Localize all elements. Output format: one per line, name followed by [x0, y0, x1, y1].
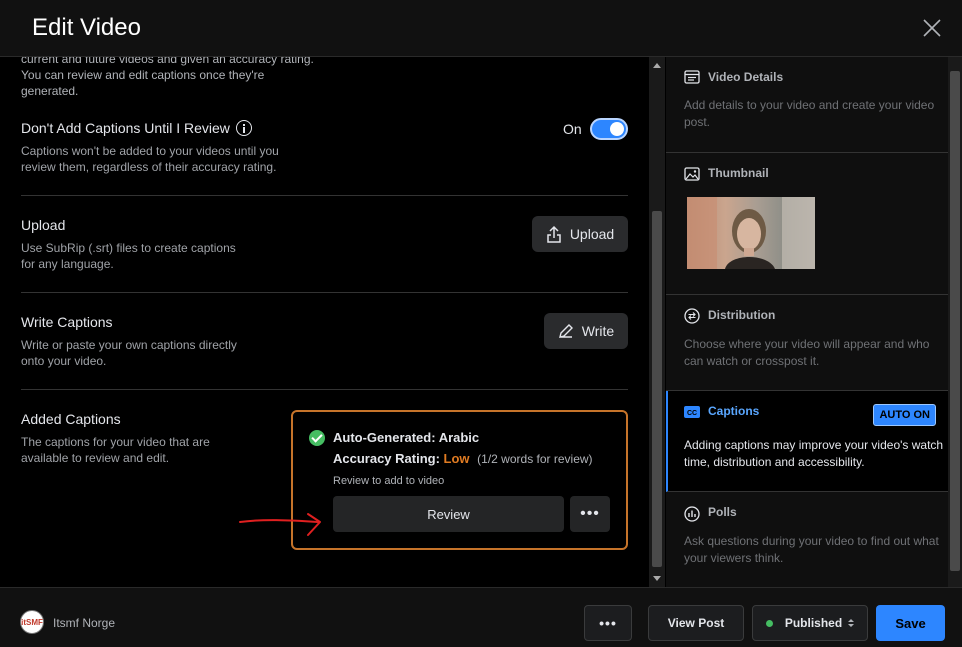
nav-captions-title: Captions	[708, 404, 760, 418]
caption-name: Auto-Generated: Arabic	[333, 430, 480, 445]
annotation-arrow-icon	[239, 513, 321, 536]
scrollbar-thumb[interactable]	[652, 211, 662, 567]
words-note: (1/2 words for review)	[477, 452, 593, 466]
poll-icon	[684, 506, 700, 522]
scroll-down-icon[interactable]	[653, 576, 661, 581]
dialog-title: Edit Video	[32, 14, 141, 41]
close-icon[interactable]	[922, 18, 942, 38]
footer-more-button[interactable]: •••	[584, 605, 632, 641]
upload-button-label: Upload	[569, 226, 615, 242]
divider	[21, 389, 628, 390]
nav-polls[interactable]: Polls Ask questions during your video to…	[666, 492, 948, 587]
review-hint: Review to add to video	[333, 475, 445, 487]
published-label: Published	[784, 616, 843, 630]
sort-arrows-icon	[848, 619, 855, 627]
nav-captions-desc: Adding captions may improve your video's…	[684, 438, 944, 469]
video-details-icon	[684, 70, 700, 84]
auto-captions-description: current and future videos and given an a…	[21, 57, 314, 98]
video-thumbnail[interactable]	[687, 197, 815, 269]
scroll-up-icon[interactable]	[653, 63, 661, 68]
upload-icon	[547, 225, 561, 243]
dont-add-captions-title: Don't Add Captions Until I Review	[21, 120, 252, 136]
distribution-icon	[684, 308, 700, 324]
nav-video-details[interactable]: Video Details Add details to your video …	[666, 57, 948, 153]
nav-video-details-title: Video Details	[708, 70, 784, 84]
nav-thumbnail-title: Thumbnail	[708, 166, 769, 180]
nav-polls-title: Polls	[708, 505, 737, 519]
nav-distribution-desc: Choose where your video will appear and …	[684, 337, 930, 368]
divider	[21, 195, 628, 196]
added-captions-title: Added Captions	[21, 411, 121, 427]
svg-text:CC: CC	[687, 410, 697, 417]
published-dropdown[interactable]: Published	[752, 605, 868, 641]
dont-add-captions-desc: Captions won't be added to your videos u…	[21, 144, 279, 174]
nav-captions[interactable]: CC Captions AUTO ON Adding captions may …	[666, 391, 948, 492]
dont-add-captions-label: Don't Add Captions Until I Review	[21, 120, 230, 136]
left-scrollbar[interactable]	[649, 57, 665, 587]
scrollbar-thumb[interactable]	[950, 71, 960, 571]
nav-polls-desc: Ask questions during your video to find …	[684, 534, 939, 565]
save-button[interactable]: Save	[876, 605, 945, 641]
nav-video-details-desc: Add details to your video and create you…	[684, 98, 935, 129]
thumbnail-person-image	[687, 197, 815, 269]
nav-distribution[interactable]: Distribution Choose where your video wil…	[666, 295, 948, 391]
page-name: Itsmf Norge	[53, 616, 116, 630]
edit-sections-nav: Video Details Add details to your video …	[666, 57, 948, 587]
auto-on-badge: AUTO ON	[873, 404, 936, 426]
published-status-dot	[765, 619, 773, 627]
accuracy-value: Low	[443, 451, 470, 466]
view-post-button[interactable]: View Post	[648, 605, 744, 641]
nav-distribution-title: Distribution	[708, 308, 776, 322]
write-button-label: Write	[581, 323, 615, 339]
caption-more-button[interactable]: •••	[570, 496, 610, 532]
info-icon[interactable]	[235, 120, 252, 136]
divider	[21, 292, 628, 293]
check-icon	[309, 430, 325, 446]
toggle-knob	[610, 122, 624, 136]
accuracy-rating: Accuracy Rating: Low (1/2 words for revi…	[333, 451, 593, 466]
captions-settings-pane: current and future videos and given an a…	[0, 57, 649, 587]
toggle-label: On	[563, 121, 582, 137]
image-icon	[684, 167, 700, 181]
dialog-footer: itSMF Itsmf Norge ••• View Post Publishe…	[0, 587, 962, 647]
right-scrollbar[interactable]	[948, 57, 962, 587]
upload-button[interactable]: Upload	[532, 216, 628, 252]
dont-add-captions-toggle[interactable]	[590, 118, 628, 140]
write-button[interactable]: Write	[544, 313, 628, 349]
page-avatar: itSMF	[20, 610, 44, 634]
upload-desc: Use SubRip (.srt) files to create captio…	[21, 241, 236, 271]
caption-card-arabic: Auto-Generated: Arabic Accuracy Rating: …	[291, 410, 628, 550]
pencil-icon	[558, 324, 573, 338]
cc-icon: CC	[684, 406, 700, 418]
upload-title: Upload	[21, 217, 66, 233]
dialog-header: Edit Video	[0, 0, 962, 57]
write-captions-desc: Write or paste your own captions directl…	[21, 338, 237, 368]
review-button[interactable]: Review	[333, 496, 564, 532]
write-captions-title: Write Captions	[21, 314, 113, 330]
accuracy-label: Accuracy Rating:	[333, 451, 440, 466]
nav-thumbnail[interactable]: Thumbnail	[666, 153, 948, 295]
added-captions-desc: The captions for your video that are ava…	[21, 435, 210, 465]
